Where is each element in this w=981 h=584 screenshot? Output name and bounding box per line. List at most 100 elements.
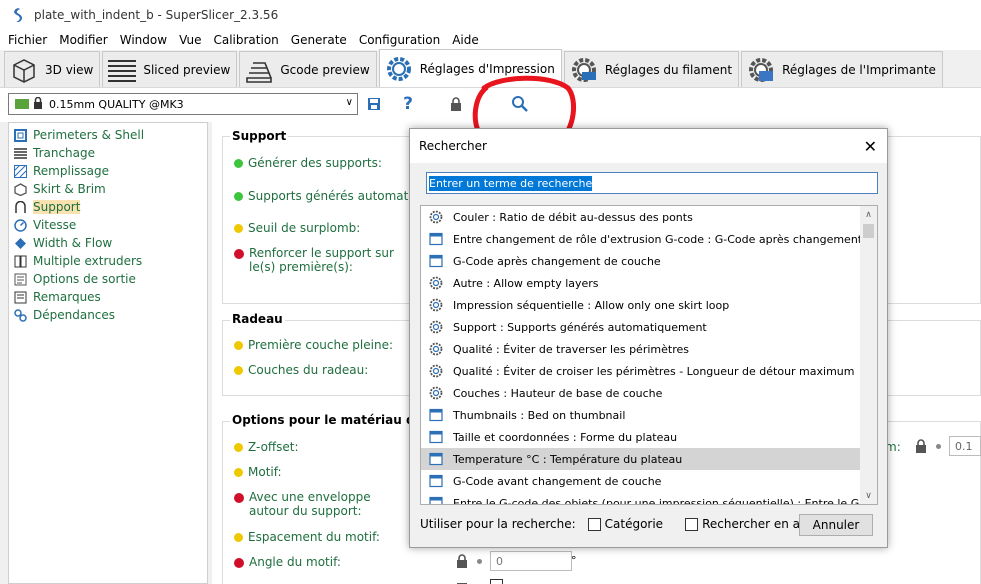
sidebar-item-output[interactable]: Options de sortie xyxy=(9,270,207,288)
search-result-item[interactable]: Thumbnails : Bed on thumbnail xyxy=(421,404,861,426)
menu-calibration[interactable]: Calibration xyxy=(207,33,284,47)
search-result-item[interactable]: Autre : Allow empty layers xyxy=(421,272,861,294)
advanced-mode-dot-icon xyxy=(234,341,243,350)
window-icon xyxy=(429,496,443,504)
option-label: Première couche pleine: xyxy=(248,338,393,352)
tab-bar: 3D view Sliced preview Gcode preview Rég… xyxy=(0,49,981,88)
group-title: Options pour le matériau de supp xyxy=(230,413,410,427)
scrollbar-thumb[interactable] xyxy=(863,224,874,238)
tab-printer-settings[interactable]: Réglages de l'Imprimante xyxy=(741,51,943,87)
dialog-title-bar: Rechercher ✕ xyxy=(410,129,887,163)
gear-icon xyxy=(429,210,443,224)
group-title: Support xyxy=(230,129,289,143)
width-icon xyxy=(13,236,27,250)
search-result-item[interactable]: Entre changement de rôle d'extrusion G-c… xyxy=(421,228,861,250)
use-for-search-label: Utiliser pour la recherche: xyxy=(420,517,576,531)
tab-print-settings[interactable]: Réglages d'Impression xyxy=(378,49,562,87)
menu-configuration[interactable]: Configuration xyxy=(353,33,446,47)
search-result-item[interactable]: Qualité : Éviter de croiser les périmètr… xyxy=(421,360,861,382)
search-result-item[interactable]: Impression séquentielle : Allow only one… xyxy=(421,294,861,316)
help-icon[interactable]: ? xyxy=(398,94,418,114)
sidebar-item-infill[interactable]: Remplissage xyxy=(9,162,207,180)
english-checkbox[interactable] xyxy=(685,517,699,531)
sidebar-item-support[interactable]: Support xyxy=(9,198,207,216)
menu-window[interactable]: Window xyxy=(114,33,173,47)
sidebar-item-label: Tranchage xyxy=(33,146,96,160)
tab-label: 3D view xyxy=(45,62,94,77)
enforce-support-option: Renforcer le support sur le(s) première(… xyxy=(234,246,404,274)
sidebar-item-slicing[interactable]: Tranchage xyxy=(9,144,207,162)
slicing-icon xyxy=(13,146,27,160)
search-options: Utiliser pour la recherche: Catégorie Re… xyxy=(420,517,836,531)
window-icon xyxy=(429,474,443,488)
option-label: Espacement du motif: xyxy=(248,530,380,544)
checkbox[interactable] xyxy=(490,579,503,584)
tab-filament-settings[interactable]: Réglages du filament xyxy=(563,51,740,87)
sidebar-item-label: Width & Flow xyxy=(33,236,113,250)
menu-bar: Fichier Modifier Window Vue Calibration … xyxy=(0,30,981,50)
dot-icon xyxy=(477,559,482,564)
search-result-text: Qualité : Éviter de croiser les périmètr… xyxy=(453,364,855,378)
search-result-text: Autre : Allow empty layers xyxy=(453,276,599,290)
option-label: Couches du radeau: xyxy=(248,363,369,377)
z-offset-input[interactable]: 0.1 xyxy=(949,436,981,456)
print-preset-select[interactable]: 0.15mm QUALITY @MK3 ∨ xyxy=(8,93,358,115)
sidebar-item-label: Remplissage xyxy=(33,164,110,178)
gear-icon xyxy=(429,342,443,356)
superslicer-logo-icon xyxy=(14,8,22,22)
gcode-layers-icon xyxy=(244,55,274,85)
tab-sliced-preview[interactable]: Sliced preview xyxy=(102,51,238,87)
sidebar-item-width-flow[interactable]: Width & Flow xyxy=(9,234,207,252)
search-result-item[interactable]: Qualité : Éviter de traverser les périmè… xyxy=(421,338,861,360)
search-result-text: G-Code avant changement de couche xyxy=(453,474,662,488)
pattern-angle-input[interactable]: 0 xyxy=(490,551,572,571)
sidebar-item-extruders[interactable]: Multiple extruders xyxy=(9,252,207,270)
search-result-text: Qualité : Éviter de traverser les périmè… xyxy=(453,342,689,356)
search-results-list[interactable]: Couler : Ratio de débit au-dessus des po… xyxy=(420,205,878,505)
tab-gcode-preview[interactable]: Gcode preview xyxy=(239,51,377,87)
menu-aide[interactable]: Aide xyxy=(446,33,485,47)
menu-modifier[interactable]: Modifier xyxy=(53,33,114,47)
category-checkbox[interactable] xyxy=(587,517,601,531)
notes-icon xyxy=(13,290,27,304)
search-result-item[interactable]: G-Code avant changement de couche xyxy=(421,470,861,492)
window-icon xyxy=(429,430,443,444)
search-input[interactable]: Entrer un terme de recherche xyxy=(426,172,878,194)
lock-icon[interactable] xyxy=(915,439,927,456)
search-result-item[interactable]: Entre le G-code des objets (pour une imp… xyxy=(421,492,861,504)
lock-icon[interactable] xyxy=(456,578,468,584)
scroll-up-icon[interactable]: ∧ xyxy=(860,206,877,223)
search-result-item[interactable]: Couches : Hauteur de base de couche xyxy=(421,382,861,404)
search-result-item[interactable]: Couler : Ratio de débit au-dessus des po… xyxy=(421,206,861,228)
flag-icon xyxy=(15,99,29,109)
menu-vue[interactable]: Vue xyxy=(173,33,207,47)
overhang-threshold-option: Seuil de surplomb: xyxy=(234,221,360,235)
gear-icon xyxy=(429,298,443,312)
cancel-button[interactable]: Annuler xyxy=(799,514,873,536)
advanced-mode-dot-icon xyxy=(234,366,243,375)
lock-icon[interactable] xyxy=(446,94,466,114)
close-icon[interactable]: ✕ xyxy=(864,137,877,156)
category-label: Catégorie xyxy=(604,517,664,531)
tab-label: Réglages du filament xyxy=(604,62,733,77)
menu-generate[interactable]: Generate xyxy=(285,33,353,47)
expert-mode-dot-icon xyxy=(234,249,244,259)
sidebar-item-speed[interactable]: Vitesse xyxy=(9,216,207,234)
sidebar-item-perimeters[interactable]: Perimeters & Shell xyxy=(9,126,207,144)
menu-fichier[interactable]: Fichier xyxy=(2,33,53,47)
search-result-item[interactable]: Temperature °C : Température du plateau xyxy=(421,448,861,470)
tab-3d-view[interactable]: 3D view xyxy=(4,51,101,87)
lock-icon[interactable] xyxy=(456,554,468,571)
search-result-item[interactable]: Support : Supports générés automatiqueme… xyxy=(421,316,861,338)
results-scrollbar[interactable]: ∧ ∨ xyxy=(860,206,877,504)
search-icon[interactable] xyxy=(510,94,530,114)
sidebar-item-dependencies[interactable]: Dépendances xyxy=(9,306,207,324)
scroll-down-icon[interactable]: ∨ xyxy=(860,487,877,504)
sidebar-item-skirt[interactable]: Skirt & Brim xyxy=(9,180,207,198)
sidebar-item-notes[interactable]: Remarques xyxy=(9,288,207,306)
settings-category-list: Perimeters & Shell Tranchage Remplissage… xyxy=(8,122,208,584)
search-result-item[interactable]: Taille et coordonnées : Forme du plateau xyxy=(421,426,861,448)
search-result-item[interactable]: G-Code après changement de couche xyxy=(421,250,861,272)
tab-label: Gcode preview xyxy=(280,62,370,77)
save-icon[interactable] xyxy=(364,94,384,114)
